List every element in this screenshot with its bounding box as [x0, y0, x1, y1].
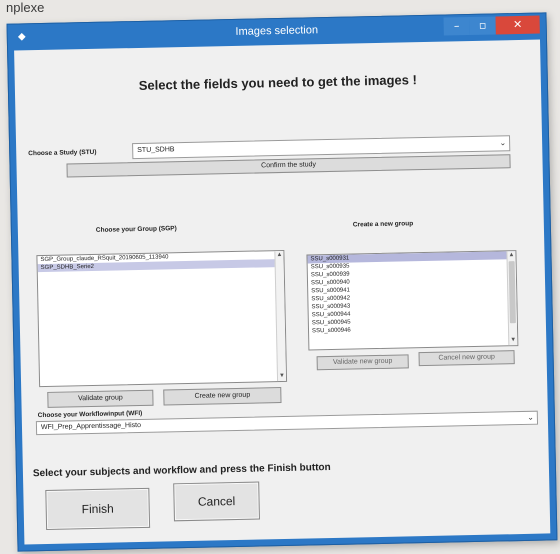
- study-label: Choose a Study (STU): [28, 148, 97, 158]
- dialog-body: Select the fields you need to get the im…: [14, 39, 551, 545]
- validate-group-button[interactable]: Validate group: [47, 389, 154, 408]
- maximize-button[interactable]: ▫: [469, 16, 496, 36]
- workflow-select-value: WFI_Prep_Apprentissage_Histo: [40, 421, 142, 432]
- validate-new-group-button[interactable]: Validate new group: [316, 354, 409, 371]
- group-list-scrollbar[interactable]: ▲ ▼: [274, 250, 287, 382]
- cancel-new-group-button[interactable]: Cancel new group: [418, 350, 515, 367]
- chevron-down-icon[interactable]: ⌄: [499, 136, 506, 150]
- group-label: Choose your Group (SGP): [95, 225, 177, 234]
- new-group-list[interactable]: SSU_s000931 SSU_s000935 SSU_s000939 SSU_…: [306, 250, 519, 351]
- scroll-up-icon[interactable]: ▲: [507, 251, 515, 260]
- create-new-group-button[interactable]: Create new group: [163, 387, 282, 406]
- scroll-down-icon[interactable]: ▼: [509, 336, 517, 345]
- close-button[interactable]: ✕: [495, 15, 540, 35]
- page-caption: nplexe: [6, 0, 45, 15]
- chevron-down-icon[interactable]: ⌄: [527, 412, 534, 424]
- study-select-value: STU_SDHB: [137, 146, 175, 155]
- new-group-list-scrollbar[interactable]: ▲ ▼: [506, 251, 518, 346]
- group-list[interactable]: SGP_Group_claude_RSquit_20190605_113940 …: [36, 249, 288, 388]
- minimize-button[interactable]: –: [443, 17, 470, 36]
- scroll-down-icon[interactable]: ▼: [278, 372, 286, 381]
- instruction-text: Select your subjects and workflow and pr…: [32, 462, 331, 480]
- images-selection-window: ◆ Images selection – ▫ ✕ Select the fiel…: [6, 12, 558, 552]
- cancel-button[interactable]: Cancel: [173, 481, 260, 522]
- scroll-up-icon[interactable]: ▲: [275, 251, 283, 260]
- new-group-label: Create a new group: [352, 220, 414, 229]
- scrollbar-thumb[interactable]: [508, 261, 516, 324]
- finish-button[interactable]: Finish: [45, 487, 151, 530]
- dialog-heading: Select the fields you need to get the im…: [138, 72, 418, 93]
- workflow-label: Choose your Workflowinput (WFI): [37, 409, 143, 420]
